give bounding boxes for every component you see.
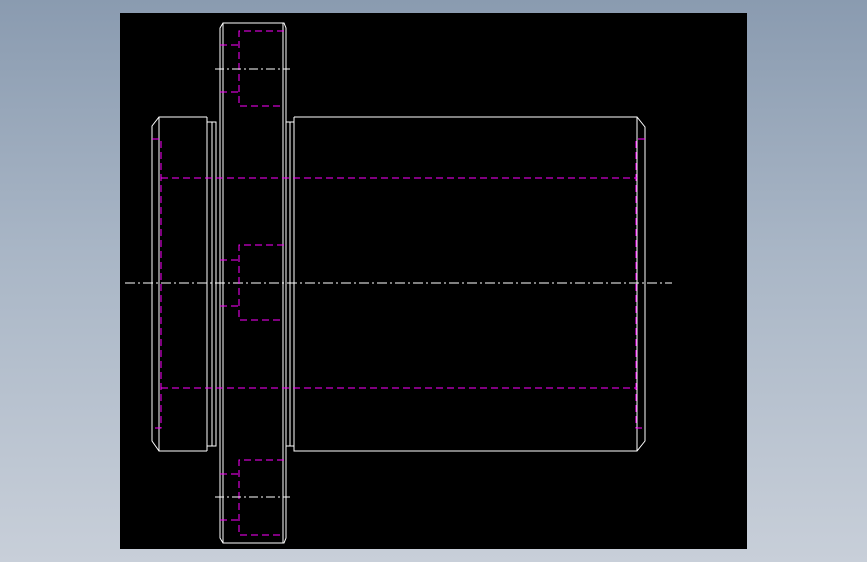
cad-viewport[interactable] <box>0 0 867 562</box>
drawing-canvas[interactable] <box>120 13 747 549</box>
cad-drawing-sheet[interactable] <box>0 0 867 562</box>
